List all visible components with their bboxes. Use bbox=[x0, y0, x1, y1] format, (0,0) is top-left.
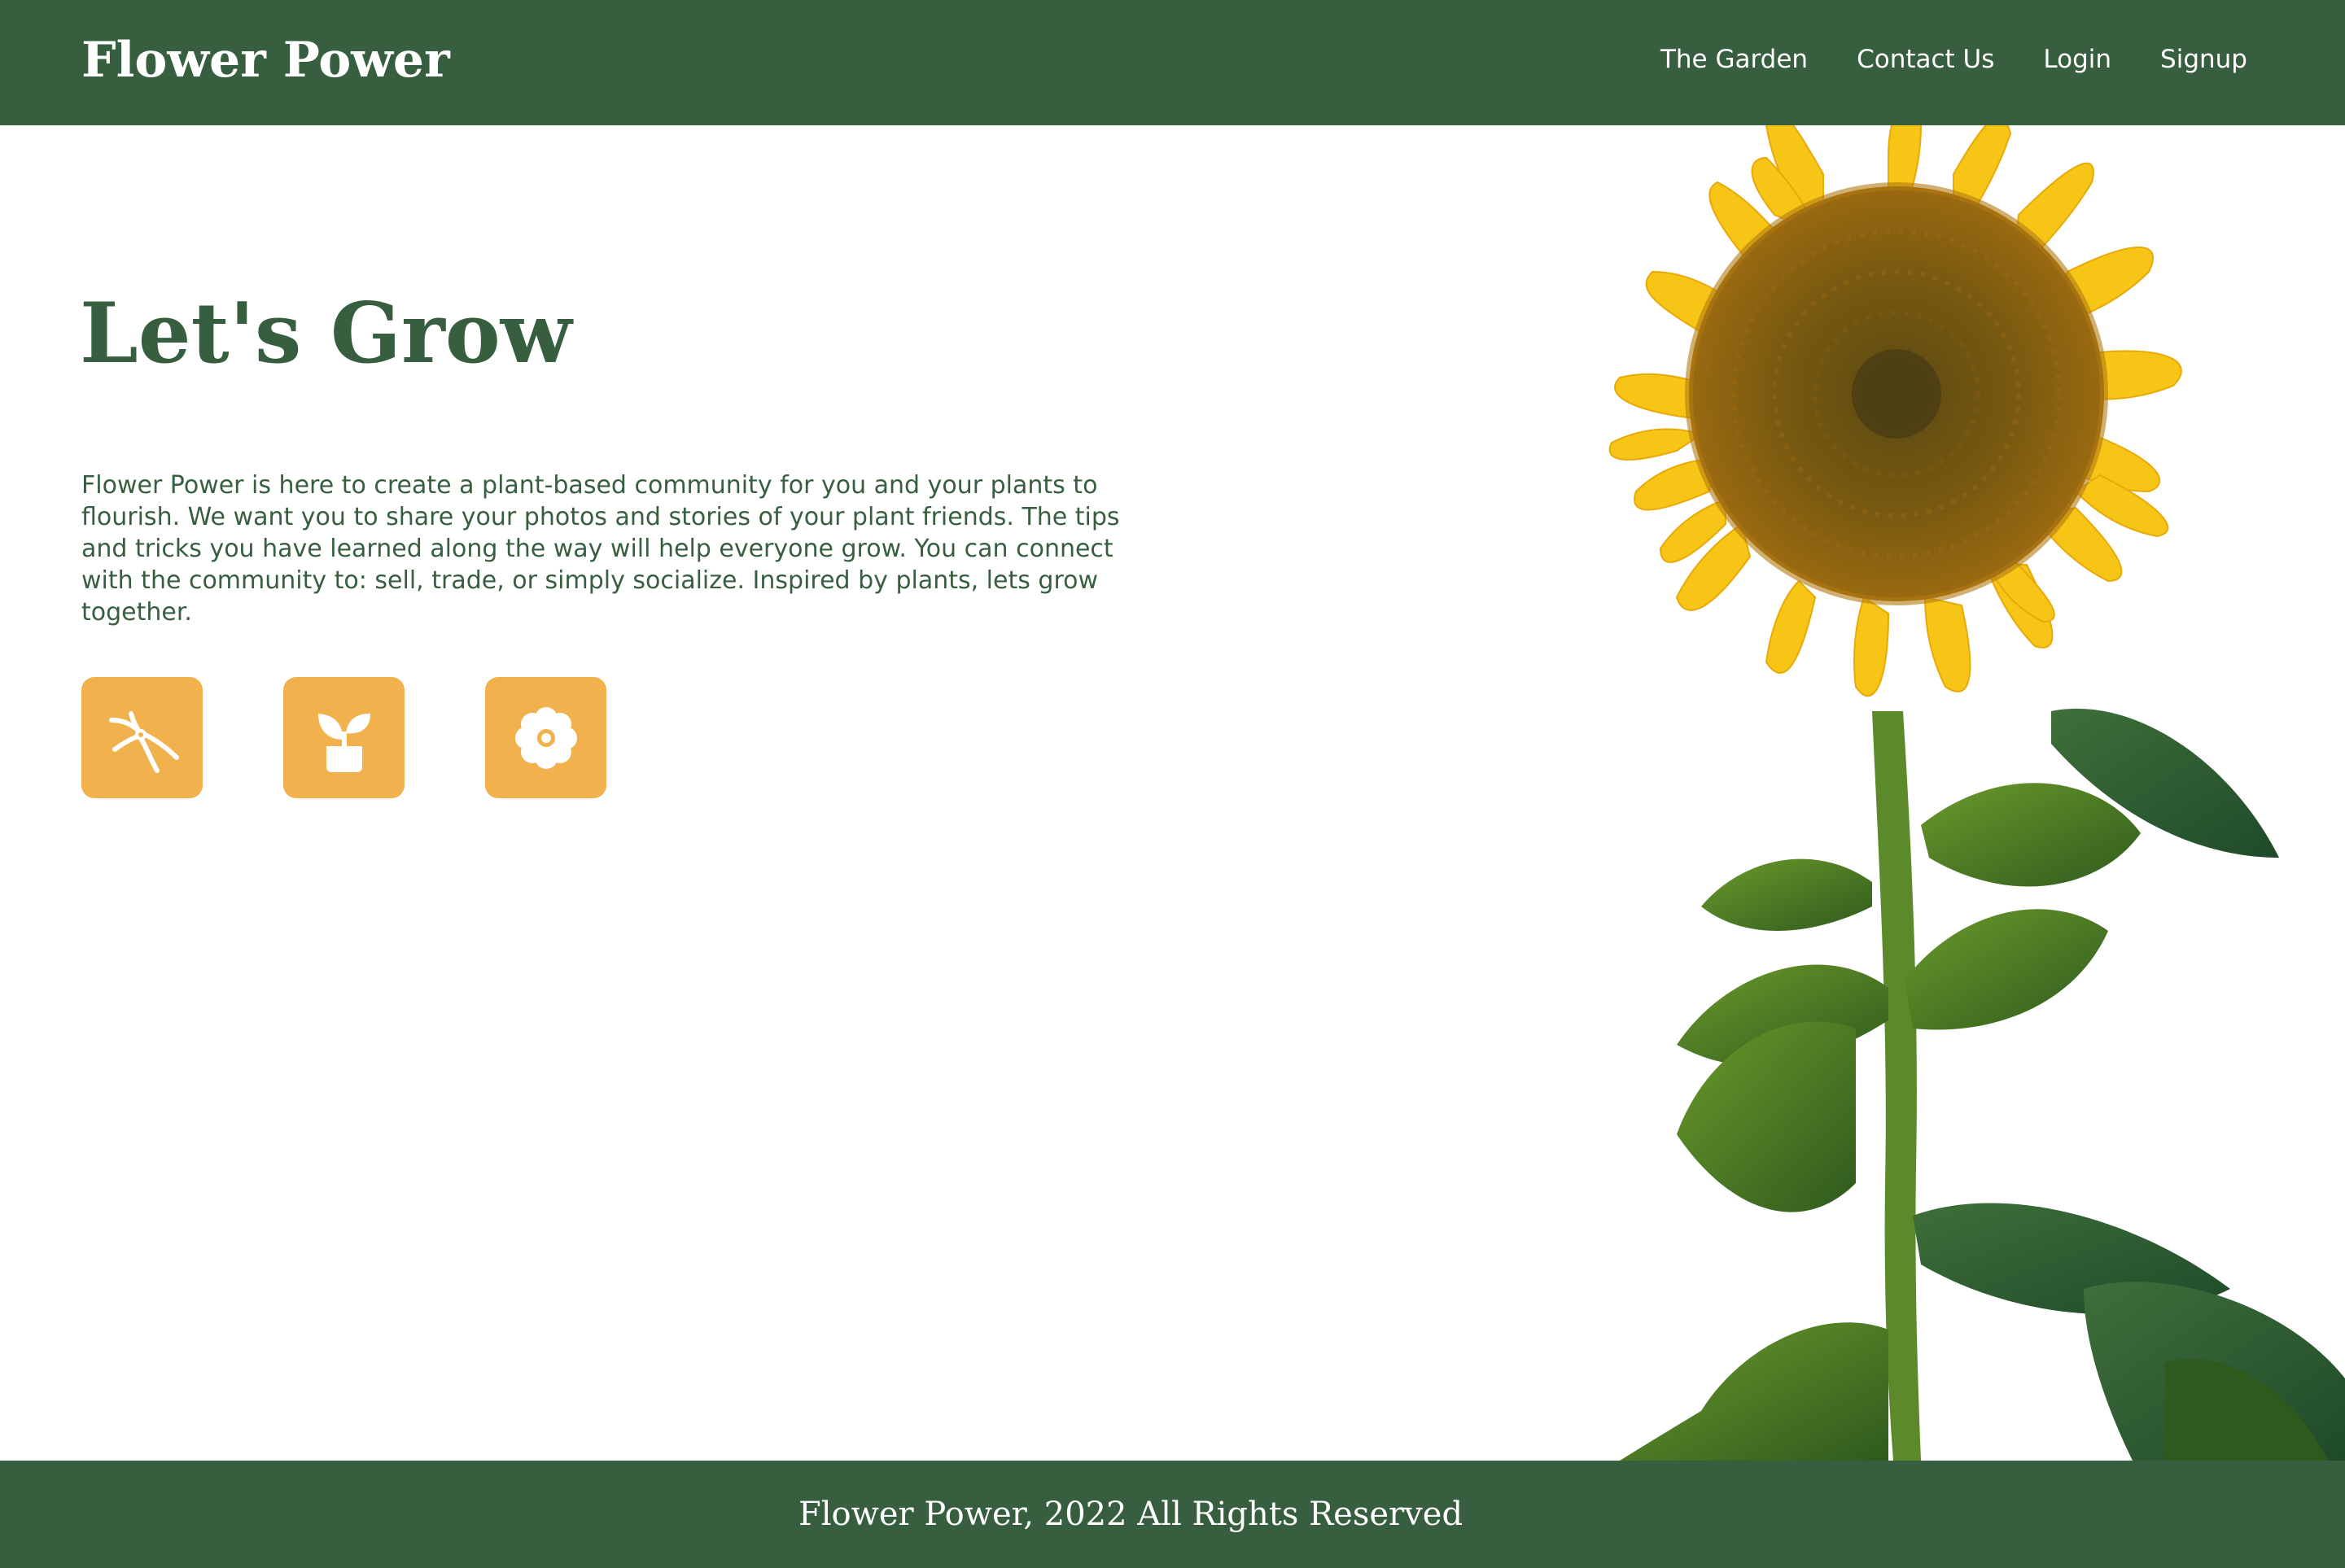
potted-plant-tile[interactable] bbox=[283, 677, 405, 798]
brand-logo[interactable]: Flower Power bbox=[81, 29, 450, 91]
footer-copyright: Flower Power, 2022 All Rights Reserved bbox=[798, 1496, 1463, 1533]
site-footer: Flower Power, 2022 All Rights Reserved bbox=[0, 1461, 2345, 1568]
nav-link-login[interactable]: Login bbox=[2043, 41, 2111, 78]
nav-link-signup[interactable]: Signup bbox=[2160, 41, 2247, 78]
potted-plant-icon bbox=[317, 713, 370, 772]
nav-link-contact-us[interactable]: Contact Us bbox=[1857, 41, 1994, 78]
hero-title: Let's Grow bbox=[80, 285, 572, 382]
flower-tile[interactable] bbox=[485, 677, 606, 798]
page: Flower Power The Garden Contact Us Login… bbox=[0, 0, 2345, 1568]
flower-icon bbox=[514, 706, 577, 769]
nav-link-the-garden[interactable]: The Garden bbox=[1660, 41, 1808, 78]
pruning-shears-tile[interactable] bbox=[81, 677, 203, 798]
hero-description: Flower Power is here to create a plant-b… bbox=[81, 471, 1120, 627]
sunflower-image bbox=[1433, 125, 2345, 1461]
pruning-shears-icon bbox=[108, 710, 179, 773]
feature-icons bbox=[81, 677, 606, 798]
site-header: Flower Power The Garden Contact Us Login… bbox=[0, 0, 2345, 125]
main-nav: The Garden Contact Us Login Signup bbox=[1660, 41, 2247, 78]
